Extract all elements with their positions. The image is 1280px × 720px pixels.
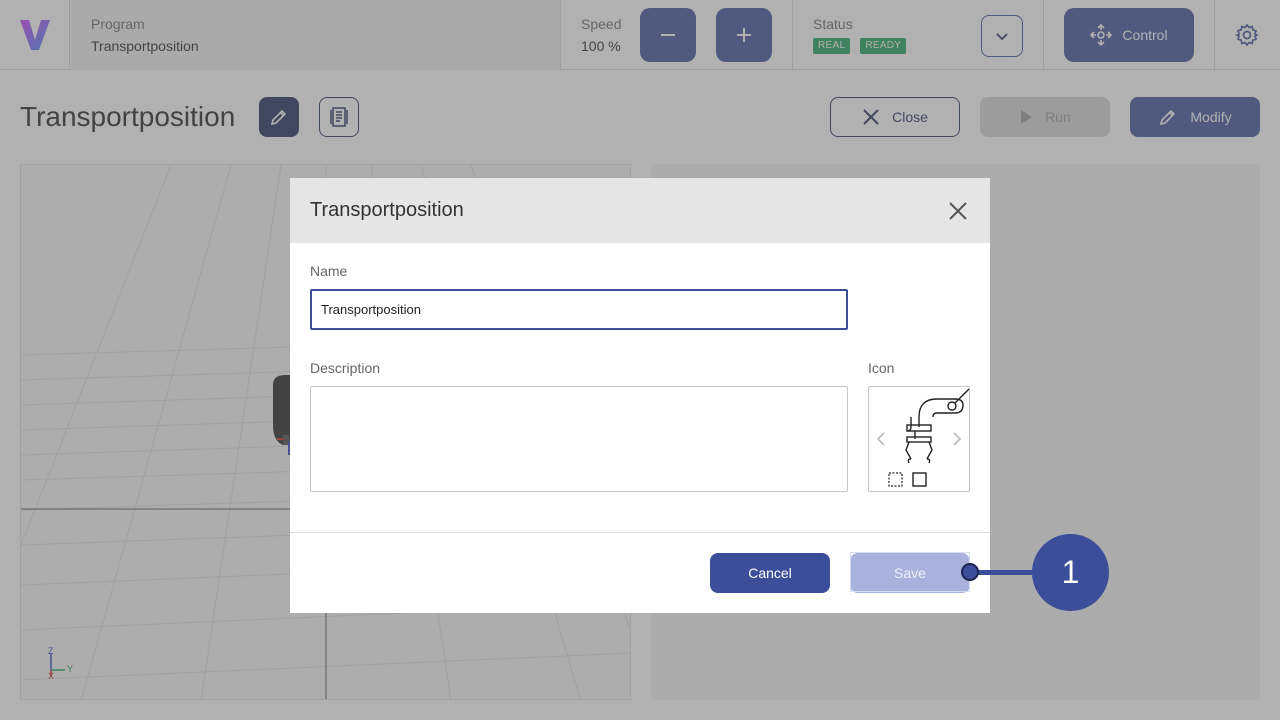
robot-arm-gripper-icon[interactable] — [885, 387, 971, 491]
rename-dialog: Transportposition Name Description Icon — [290, 178, 990, 613]
callout-badge: 1 — [1032, 534, 1109, 611]
dialog-header: Transportposition — [290, 178, 990, 243]
callout-anchor — [961, 563, 979, 581]
description-input[interactable] — [310, 386, 848, 492]
dialog-title: Transportposition — [310, 199, 464, 221]
dialog-close-button[interactable] — [946, 199, 970, 223]
save-button[interactable]: Save — [850, 553, 970, 593]
description-label: Description — [310, 360, 381, 376]
name-label: Name — [310, 263, 348, 279]
icon-label: Icon — [868, 360, 895, 376]
dialog-footer: Cancel Save — [290, 532, 990, 613]
cancel-button[interactable]: Cancel — [710, 553, 830, 593]
name-input[interactable] — [310, 289, 848, 330]
icon-picker — [868, 386, 970, 492]
callout-connector — [970, 570, 1040, 575]
close-icon — [949, 201, 967, 220]
